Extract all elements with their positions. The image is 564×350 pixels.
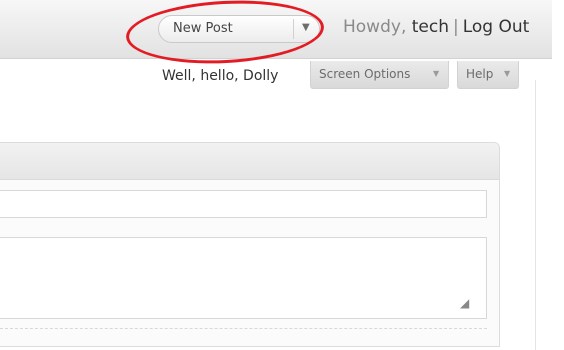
- favorite-actions-label[interactable]: New Post: [173, 21, 233, 36]
- user-greeting: Howdy, tech | Log Out: [343, 17, 529, 37]
- resize-grip-icon[interactable]: ◢: [460, 296, 474, 310]
- screen-options-button[interactable]: Screen Options ▼: [310, 61, 449, 89]
- screen-options-label[interactable]: Screen Options: [319, 67, 410, 81]
- dropdown-divider: [293, 19, 294, 39]
- page-right-edge: [535, 80, 536, 350]
- chevron-down-icon[interactable]: ▼: [302, 22, 310, 33]
- help-button[interactable]: Help ▼: [457, 61, 519, 89]
- favorite-actions-dropdown[interactable]: New Post ▼: [158, 15, 320, 43]
- title-input[interactable]: [0, 190, 487, 218]
- username-link[interactable]: tech: [412, 17, 449, 37]
- logout-link[interactable]: Log Out: [463, 17, 530, 37]
- triangle-down-icon: ▼: [433, 69, 440, 78]
- triangle-down-icon: ▼: [504, 69, 511, 78]
- content-textarea[interactable]: [0, 237, 487, 319]
- post-editor-box-header: [0, 143, 499, 180]
- greeting-text: Howdy,: [343, 17, 407, 37]
- admin-header: New Post ▼ Howdy, tech | Log Out: [0, 0, 552, 69]
- greeting-separator: |: [453, 17, 459, 37]
- help-label[interactable]: Help: [466, 67, 493, 81]
- editor-bottom-edge: [0, 328, 487, 339]
- hello-dolly-lyric: Well, hello, Dolly: [162, 68, 279, 84]
